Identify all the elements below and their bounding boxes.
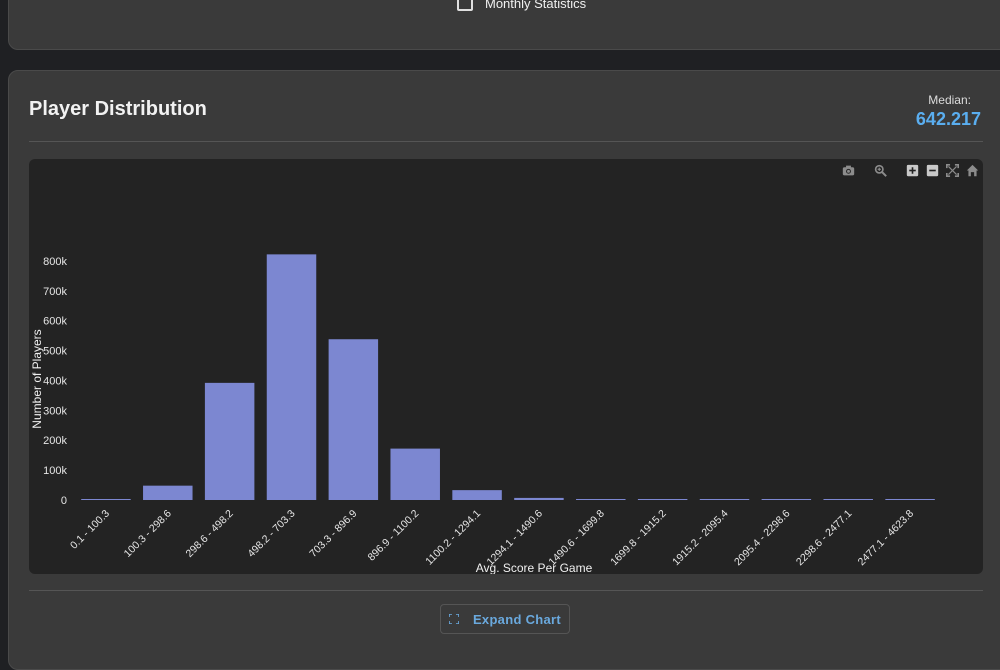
zoom-out-icon[interactable] bbox=[925, 163, 939, 177]
y-tick-label: 600k bbox=[43, 316, 67, 328]
y-tick-label: 800k bbox=[43, 256, 67, 268]
histogram-bar bbox=[452, 490, 502, 500]
y-tick-label: 100k bbox=[43, 465, 67, 477]
x-tick-label: 2095.4 - 2298.6 bbox=[732, 508, 793, 569]
x-tick-label: 896.9 - 1100.2 bbox=[366, 508, 422, 564]
footer-divider bbox=[29, 590, 983, 591]
histogram-bar bbox=[266, 254, 317, 500]
histogram-bar bbox=[761, 499, 812, 500]
x-tick-label: 703.3 - 896.9 bbox=[307, 508, 359, 560]
y-tick-label: 200k bbox=[43, 435, 67, 447]
expand-chart-label: Expand Chart bbox=[472, 611, 562, 627]
x-tick-label: 298.6 - 498.2 bbox=[184, 508, 236, 560]
x-tick-label: 1100.2 - 1294.1 bbox=[423, 508, 483, 568]
x-tick-label: 1699.8 - 1915.2 bbox=[608, 508, 669, 569]
y-tick-label: 0 bbox=[61, 495, 67, 507]
monthly-statistics-checkbox[interactable] bbox=[457, 0, 473, 11]
player-distribution-card: Player Distribution Median: 642.217 0 100… bbox=[8, 70, 1000, 670]
zoom-icon[interactable] bbox=[873, 163, 887, 177]
histogram-chart[interactable]: 0 100k 200k 300k 400k 500k 600k 700k 800k 0.1 - 1… bbox=[29, 159, 983, 574]
y-tick-label: 400k bbox=[43, 375, 67, 387]
histogram-bar bbox=[514, 497, 564, 500]
y-tick-label: 500k bbox=[43, 346, 67, 358]
histogram-bar bbox=[885, 499, 935, 500]
chart-container[interactable]: 0 100k 200k 300k 400k 500k 600k 700k 800k 0.1 - 1… bbox=[29, 159, 983, 574]
camera-icon[interactable] bbox=[841, 163, 855, 177]
monthly-statistics-toggle[interactable]: Monthly Statistics bbox=[457, 0, 586, 11]
histogram-bar bbox=[699, 499, 750, 500]
x-tick-label: 1490.6 - 1699.8 bbox=[546, 508, 607, 569]
zoom-in-icon[interactable] bbox=[905, 163, 919, 177]
x-axis-title: Avg. Score Per Game bbox=[476, 561, 593, 574]
histogram-bar bbox=[81, 499, 131, 500]
x-tick-label: 0.1 - 100.3 bbox=[68, 508, 112, 552]
histogram-bar bbox=[390, 448, 440, 500]
y-tick-label: 700k bbox=[43, 286, 67, 298]
median-label: Median: bbox=[928, 93, 971, 107]
histogram-bar bbox=[576, 499, 626, 500]
histogram-bar bbox=[204, 382, 255, 500]
x-tick-label: 2477.1 - 4623.8 bbox=[856, 508, 917, 569]
histogram-bar bbox=[823, 499, 873, 500]
histogram-bar bbox=[328, 339, 379, 500]
x-tick-label: 1294.1 - 1490.6 bbox=[485, 508, 546, 569]
header-divider bbox=[29, 141, 983, 142]
y-axis-title: Number of Players bbox=[30, 329, 44, 428]
x-tick-label: 498.2 - 703.3 bbox=[245, 508, 297, 560]
median-value: 642.217 bbox=[915, 109, 981, 129]
expand-chart-button[interactable]: Expand Chart bbox=[440, 604, 570, 634]
expand-icon bbox=[448, 614, 459, 624]
x-tick-label: 100.3 - 298.6 bbox=[122, 508, 174, 560]
card-title: Player Distribution bbox=[29, 98, 207, 120]
histogram-bar bbox=[143, 485, 193, 500]
filter-card: Monthly Statistics bbox=[8, 0, 1000, 50]
x-tick-label: 2298.6 - 2477.1 bbox=[794, 508, 855, 569]
home-icon[interactable] bbox=[965, 163, 979, 177]
autoscale-icon[interactable] bbox=[945, 163, 959, 177]
histogram-bar bbox=[637, 499, 688, 500]
x-tick-label: 1915.2 - 2095.4 bbox=[670, 508, 731, 569]
monthly-statistics-label: Monthly Statistics bbox=[485, 0, 587, 11]
y-tick-label: 300k bbox=[43, 405, 67, 417]
chart-modebar bbox=[841, 163, 979, 177]
